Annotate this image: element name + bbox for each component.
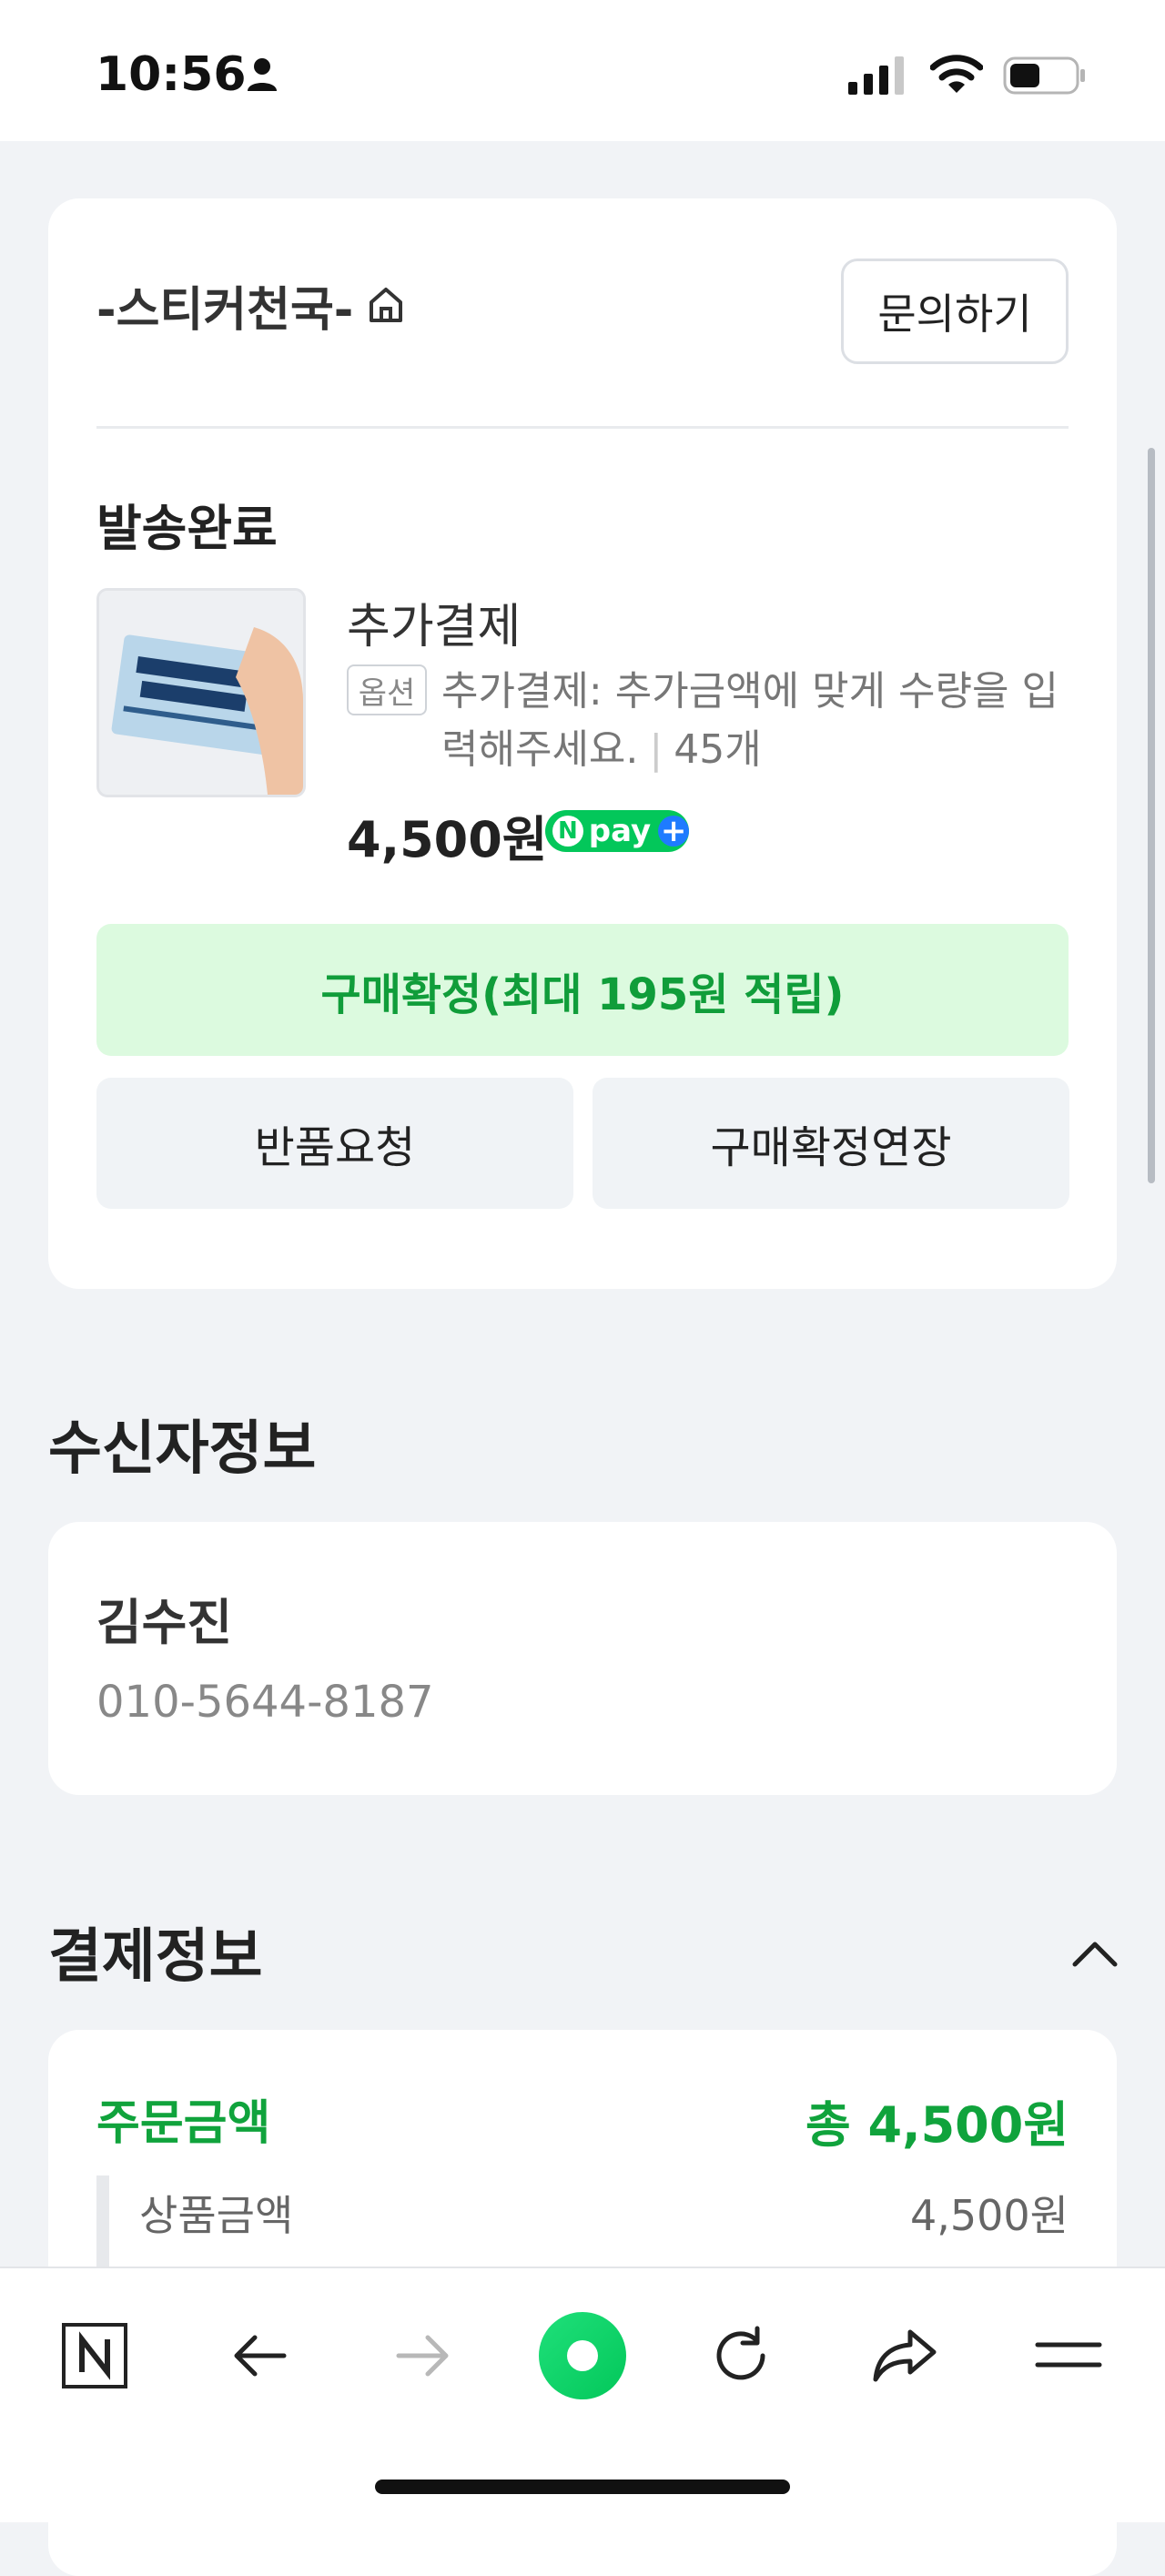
extend-confirm-button[interactable]: 구매확정연장 <box>593 1078 1069 1209</box>
naver-n-logo: N <box>552 816 583 847</box>
green-dot-icon[interactable] <box>537 2310 628 2401</box>
seller-name[interactable]: -스티커천국- <box>96 271 353 340</box>
return-request-button[interactable]: 반품요청 <box>96 1078 573 1209</box>
battery-icon <box>1003 56 1085 95</box>
payment-section-title: 결제정보 <box>48 1923 263 1991</box>
person-icon <box>248 58 277 91</box>
status-time: 10:56 <box>96 47 247 102</box>
product-amount-label: 상품금액 <box>139 2191 294 2240</box>
plus-icon: + <box>658 816 689 847</box>
home-indicator <box>375 2480 790 2494</box>
receiver-card: 김수진 010-5644-8187 <box>48 1522 1117 1795</box>
refresh-icon[interactable] <box>706 2321 775 2390</box>
menu-icon[interactable] <box>1032 2321 1105 2390</box>
receiver-name: 김수진 <box>96 1594 233 1651</box>
seller-row[interactable]: -스티커천국- <box>96 271 408 340</box>
purchase-confirm-button[interactable]: 구매확정(최대 195원 적립) <box>96 924 1069 1056</box>
chevron-up-icon[interactable] <box>1069 1937 1120 1970</box>
naver-n-icon[interactable] <box>60 2321 129 2390</box>
order-amount-label: 주문금액 <box>96 2096 271 2151</box>
option-badge: 옵션 <box>347 664 427 715</box>
quantity-separator: | <box>649 726 664 773</box>
product-thumbnail[interactable] <box>96 588 306 797</box>
order-total: 총 4,500원 <box>805 2096 1069 2154</box>
forward-arrow-icon[interactable] <box>388 2321 457 2390</box>
option-quantity: 45개 <box>674 726 762 773</box>
bottom-nav <box>0 2267 1165 2522</box>
status-bar: 10:56 <box>0 0 1165 141</box>
signal-icon <box>848 56 904 95</box>
receiver-phone[interactable]: 010-5644-8187 <box>96 1677 434 1728</box>
product-price: 4,500원 <box>347 811 548 868</box>
npay-label: pay <box>588 813 652 849</box>
wifi-icon <box>930 55 983 93</box>
product-amount-value: 4,500원 <box>909 2191 1069 2240</box>
scrollbar[interactable] <box>1148 448 1155 1183</box>
divider <box>96 426 1069 429</box>
receiver-section-title: 수신자정보 <box>48 1415 317 1483</box>
option-text: 추가결제: 추가금액에 맞게 수량을 입력해주세요. | 45개 <box>441 663 1079 779</box>
delivery-status: 발송완료 <box>96 500 278 557</box>
share-icon[interactable] <box>868 2321 941 2390</box>
home-icon[interactable] <box>364 282 408 330</box>
npay-plus-badge: N pay + <box>545 810 689 852</box>
seller-card: -스티커천국- 문의하기 발송완료 추가결제 옵션 추가결제: 추가금액에 맞게… <box>48 198 1117 1289</box>
back-arrow-icon[interactable] <box>226 2321 295 2390</box>
inquiry-button[interactable]: 문의하기 <box>841 259 1069 364</box>
product-name[interactable]: 추가결제 <box>347 588 521 656</box>
